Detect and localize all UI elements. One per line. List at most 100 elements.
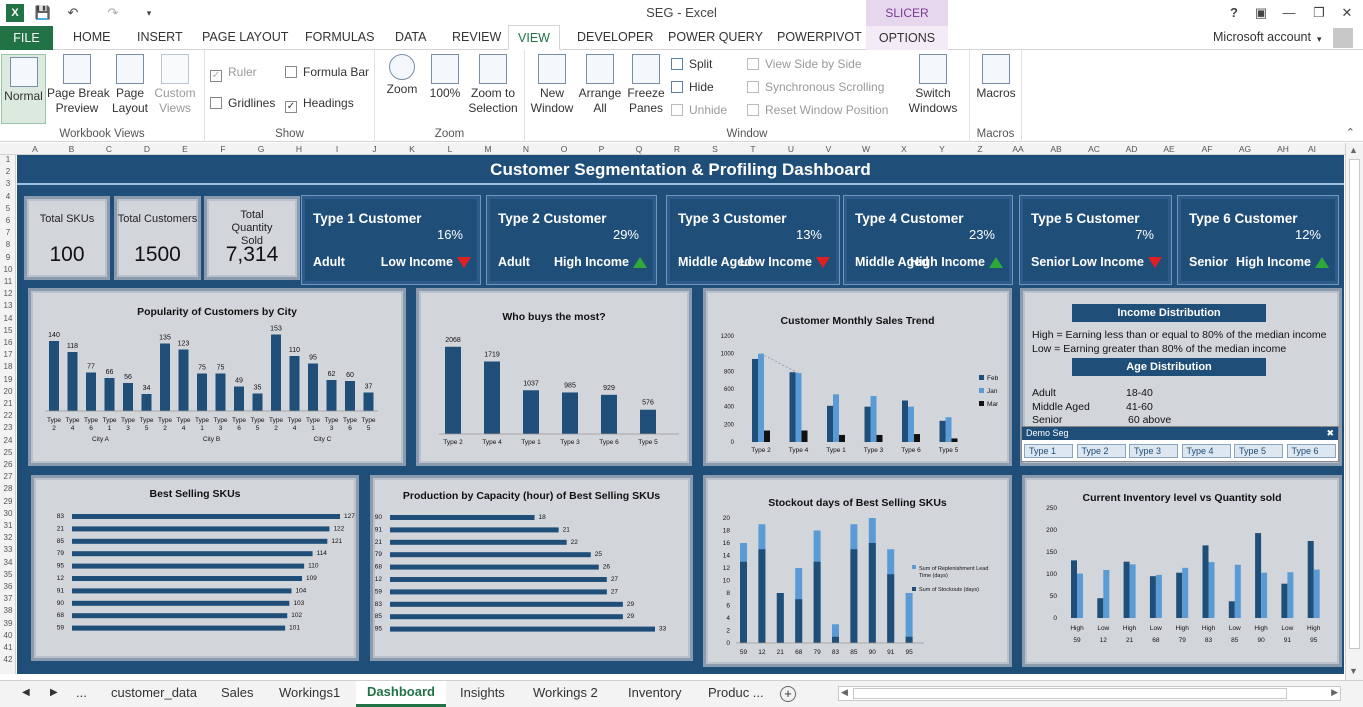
column-header[interactable]: AA bbox=[999, 143, 1037, 155]
tab-insert[interactable]: INSERT bbox=[137, 30, 183, 50]
scroll-left-icon[interactable]: ◀ bbox=[841, 687, 848, 698]
gridlines-checkbox[interactable]: Gridlines bbox=[210, 95, 275, 111]
row-header[interactable]: 5 bbox=[0, 204, 16, 213]
tab-data[interactable]: DATA bbox=[395, 30, 426, 50]
column-header[interactable]: AH bbox=[1264, 143, 1302, 155]
scroll-right-icon[interactable]: ▶ bbox=[1331, 687, 1338, 698]
hide-button[interactable]: Hide bbox=[671, 79, 714, 95]
headings-checkbox[interactable]: ✓ Headings bbox=[285, 95, 354, 113]
unhide-button[interactable]: Unhide bbox=[671, 102, 727, 118]
column-header[interactable]: C bbox=[90, 143, 128, 155]
column-header[interactable]: W bbox=[847, 143, 885, 155]
row-header[interactable]: 10 bbox=[0, 265, 16, 274]
horizontal-scrollbar[interactable]: ◀ ▶ bbox=[838, 686, 1341, 701]
sheet-tab-workings-2[interactable]: Workings 2 bbox=[533, 685, 598, 705]
freeze-panes-button[interactable]: Freeze Panes bbox=[625, 54, 667, 116]
row-header[interactable]: 16 bbox=[0, 338, 16, 347]
row-header[interactable]: 17 bbox=[0, 350, 16, 359]
column-header[interactable]: E bbox=[166, 143, 204, 155]
column-header[interactable]: AF bbox=[1188, 143, 1226, 155]
column-header[interactable]: F bbox=[204, 143, 242, 155]
row-header[interactable]: 24 bbox=[0, 436, 16, 445]
tab-page-layout[interactable]: PAGE LAYOUT bbox=[202, 30, 288, 50]
row-header[interactable]: 14 bbox=[0, 314, 16, 323]
column-header[interactable]: I bbox=[318, 143, 356, 155]
row-header[interactable]: 34 bbox=[0, 558, 16, 567]
row-header[interactable]: 35 bbox=[0, 570, 16, 579]
column-header[interactable]: B bbox=[53, 143, 90, 155]
help-icon[interactable]: ? bbox=[1225, 4, 1243, 22]
column-header[interactable]: G bbox=[242, 143, 280, 155]
tab-developer[interactable]: DEVELOPER bbox=[577, 30, 653, 50]
macros-button[interactable]: Macros bbox=[974, 54, 1018, 101]
row-header[interactable]: 26 bbox=[0, 460, 16, 469]
column-header[interactable]: Y bbox=[923, 143, 961, 155]
zoom-to-selection-button[interactable]: Zoom to Selection bbox=[465, 54, 521, 116]
row-header[interactable]: 20 bbox=[0, 387, 16, 396]
row-header[interactable]: 42 bbox=[0, 655, 16, 664]
row-header[interactable]: 19 bbox=[0, 375, 16, 384]
column-header[interactable]: AB bbox=[1037, 143, 1075, 155]
sheet-tab-inventory[interactable]: Inventory bbox=[628, 685, 681, 705]
row-header[interactable]: 3 bbox=[0, 179, 16, 188]
clear-filter-icon[interactable]: ✖ bbox=[1326, 427, 1334, 440]
vertical-scrollbar[interactable]: ▲ ▼ bbox=[1345, 143, 1363, 680]
slicer-item[interactable]: Type 2 bbox=[1076, 444, 1126, 458]
hscroll-thumb[interactable] bbox=[853, 688, 1287, 699]
add-sheet-icon[interactable]: + bbox=[780, 686, 796, 702]
tab-review[interactable]: REVIEW bbox=[452, 30, 501, 50]
reset-window-position-button[interactable]: Reset Window Position bbox=[747, 102, 888, 118]
row-header[interactable]: 2 bbox=[0, 167, 16, 176]
row-header[interactable]: 15 bbox=[0, 326, 16, 335]
scroll-down-icon[interactable]: ▼ bbox=[1349, 666, 1358, 676]
new-window-button[interactable]: New Window bbox=[529, 54, 575, 116]
formula-bar-checkbox[interactable]: Formula Bar bbox=[285, 64, 369, 80]
column-header[interactable]: AC bbox=[1075, 143, 1113, 155]
tab-options[interactable]: OPTIONS bbox=[866, 26, 948, 50]
column-header[interactable]: S bbox=[696, 143, 734, 155]
row-header[interactable]: 11 bbox=[0, 277, 16, 286]
ruler-checkbox[interactable]: ✓ Ruler bbox=[210, 64, 257, 82]
row-header[interactable]: 6 bbox=[0, 216, 16, 225]
column-header[interactable]: U bbox=[772, 143, 810, 155]
minimize-icon[interactable]: — bbox=[1280, 4, 1298, 22]
row-header[interactable]: 27 bbox=[0, 472, 16, 481]
split-button[interactable]: Split bbox=[671, 56, 712, 72]
avatar[interactable] bbox=[1333, 28, 1353, 48]
tab-file[interactable]: FILE bbox=[0, 26, 53, 50]
column-header[interactable]: AI bbox=[1302, 143, 1322, 155]
column-header[interactable]: J bbox=[356, 143, 393, 155]
tab-home[interactable]: HOME bbox=[73, 30, 111, 50]
tab-view[interactable]: VIEW bbox=[508, 25, 560, 50]
sheet-tab-production[interactable]: Produc ... bbox=[708, 685, 764, 705]
column-header[interactable]: K bbox=[393, 143, 431, 155]
switch-windows-button[interactable]: Switch Windows bbox=[901, 54, 965, 116]
page-layout-view-button[interactable]: Page Layout bbox=[110, 54, 150, 116]
column-header[interactable]: AG bbox=[1226, 143, 1264, 155]
close-icon[interactable]: ✕ bbox=[1338, 4, 1356, 22]
slicer-item[interactable]: Type 1 bbox=[1024, 444, 1073, 458]
column-header[interactable]: P bbox=[583, 143, 620, 155]
row-header[interactable]: 1 bbox=[0, 155, 16, 164]
column-header[interactable]: V bbox=[810, 143, 847, 155]
slicer-item[interactable]: Type 6 bbox=[1286, 444, 1336, 458]
account-label[interactable]: Microsoft account bbox=[1213, 30, 1311, 50]
restore-icon[interactable]: ❐ bbox=[1310, 4, 1328, 22]
slicer-item[interactable]: Type 3 bbox=[1129, 444, 1178, 458]
slicer-item[interactable]: Type 4 bbox=[1181, 444, 1231, 458]
row-header[interactable]: 12 bbox=[0, 289, 16, 298]
sheet-tab-customer-data[interactable]: customer_data bbox=[111, 685, 197, 705]
tab-formulas[interactable]: FORMULAS bbox=[305, 30, 374, 50]
row-header[interactable]: 38 bbox=[0, 606, 16, 615]
normal-view-button[interactable]: Normal bbox=[1, 54, 46, 124]
column-header[interactable]: O bbox=[545, 143, 583, 155]
slicer-item[interactable]: Type 5 bbox=[1234, 444, 1283, 458]
tab-power-query[interactable]: POWER QUERY bbox=[668, 30, 763, 50]
column-header[interactable]: Z bbox=[961, 143, 999, 155]
row-header[interactable]: 31 bbox=[0, 521, 16, 530]
scroll-tabs-right-icon[interactable]: ▶ bbox=[50, 687, 58, 707]
row-header[interactable]: 39 bbox=[0, 619, 16, 628]
column-header[interactable]: R bbox=[658, 143, 696, 155]
sheet-tab-insights[interactable]: Insights bbox=[460, 685, 505, 705]
page-break-preview-button[interactable]: Page Break Preview bbox=[47, 54, 110, 116]
